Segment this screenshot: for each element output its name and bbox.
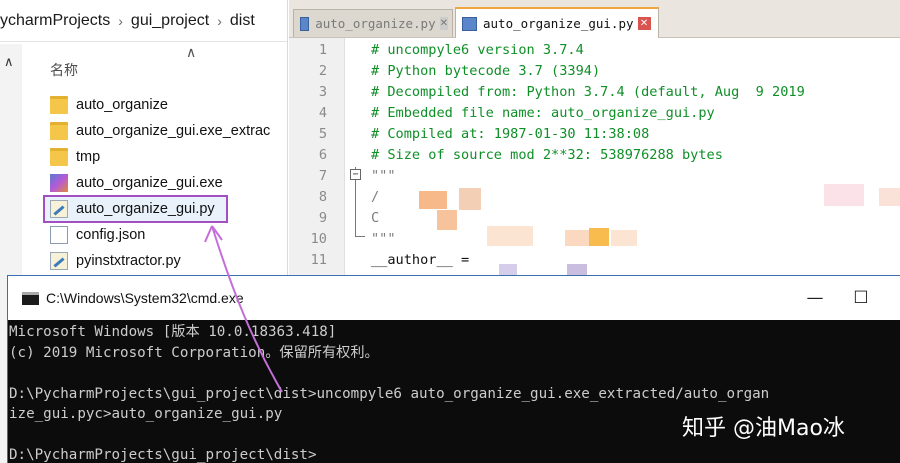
minimize-button[interactable]: — [792,276,838,320]
code-text: __author__ = [371,252,470,268]
breadcrumb-item[interactable]: gui_project [127,12,213,30]
code-text: # Size of source mod 2**32: 538976288 by… [371,147,723,163]
redaction-block [419,191,447,209]
line-number: 4 [318,105,327,121]
line-number: 7 [318,168,327,184]
file-tab-icon [462,16,477,31]
list-item[interactable]: auto_organize_gui.exe_extrac [44,118,287,144]
file-name: pyinstxtractor.py [76,253,181,269]
code-line[interactable]: 2 # Python bytecode 3.7 (3394) [289,61,900,82]
code-text: # uncompyle6 version 3.7.4 [371,42,584,58]
line-number: 3 [318,84,327,100]
watermark: 知乎 @油Mao冰 [682,416,845,441]
code-text: / [371,189,380,205]
redaction-block [589,228,609,246]
redaction-block [487,226,533,246]
window-title: C:\Windows\System32\cmd.exe [46,290,244,306]
fold-toggle-icon[interactable]: − [350,169,361,180]
code-text: # Compiled at: 1987-01-30 11:38:08 [371,126,650,142]
cmd-icon [22,291,39,305]
code-line[interactable]: 8/ [289,187,900,208]
folder-icon [50,122,68,140]
scroll-up-icon[interactable]: ∧ [4,54,14,70]
list-item[interactable]: config.json [44,222,287,248]
code-line[interactable]: 6 # Size of source mod 2**32: 538976288 b… [289,145,900,166]
code-text: """ [371,168,396,184]
close-button[interactable]: ✕ [884,276,900,320]
code-line[interactable]: 9C [289,208,900,229]
line-number: 1 [318,42,327,58]
sort-ascending-icon: ∧ [186,44,197,60]
console-line: D:\PycharmProjects\gui_project\dist>unco… [9,385,770,402]
redaction-block [459,188,481,210]
code-line[interactable]: 1 # uncompyle6 version 3.7.4 [289,40,900,61]
window-title-bar[interactable]: C:\Windows\System32\cmd.exe — ☐ ✕ [8,276,900,320]
line-number: 2 [318,63,327,79]
file-name: config.json [76,227,146,243]
maximize-button[interactable]: ☐ [838,276,884,320]
code-text: # Decompiled from: Python 3.7.4 (default… [371,84,805,100]
console-line: Microsoft Windows [版本 10.0.18363.418] [9,324,337,340]
line-number: 5 [318,126,327,142]
close-icon[interactable]: ✕ [439,17,448,30]
file-name: auto_organize [76,97,168,113]
line-number: 8 [318,189,327,205]
redaction-block [879,188,900,206]
line-number: 10 [310,231,327,247]
redaction-block [565,230,591,246]
code-line[interactable]: 4 # Embedded file name: auto_organize_gui… [289,103,900,124]
folder-icon [50,96,68,114]
tab-auto-organize-gui[interactable]: auto_organize_gui.py ✕ [455,7,659,38]
python-file-icon [50,252,68,270]
code-text: # Embedded file name: auto_organize_gui.… [371,105,715,121]
line-number: 11 [310,252,327,268]
editor-tab-bar: auto_organize.py ✕ auto_organize_gui.py … [289,0,900,38]
python-file-icon [50,200,68,218]
tab-auto-organize[interactable]: auto_organize.py ✕ [293,9,453,37]
code-line[interactable]: 7 """ [289,166,900,187]
folder-icon [50,148,68,166]
code-text: C [371,210,380,226]
code-text: """ [371,231,396,247]
code-text: # Python bytecode 3.7 (3394) [371,63,601,79]
line-number: 6 [318,147,327,163]
file-name: auto_organize_gui.exe [76,175,223,191]
code-line[interactable]: 5 # Compiled at: 1987-01-30 11:38:08 [289,124,900,145]
code-line[interactable]: 11 __author__ = [289,250,900,271]
file-list: auto_organize auto_organize_gui.exe_extr… [43,92,287,274]
exe-icon [50,174,68,192]
line-number: 9 [318,210,327,226]
breadcrumb-chevron-icon: › [217,12,222,29]
redaction-block [437,210,457,230]
list-item[interactable]: tmp [44,144,287,170]
file-name: auto_organize_gui.py [76,201,215,217]
breadcrumb[interactable]: ycharmProjects › gui_project › dist [0,0,287,42]
code-area[interactable]: 1 # uncompyle6 version 3.7.4 2 # Python byt… [289,38,900,278]
breadcrumb-chevron-icon: › [118,12,123,29]
list-item[interactable]: auto_organize_gui.exe [44,170,287,196]
file-name: auto_organize_gui.exe_extrac [76,123,271,139]
file-tab-icon [300,16,310,31]
list-item[interactable]: pyinstxtractor.py [44,248,287,274]
console-line: (c) 2019 Microsoft Corporation。保留所有权利。 [9,344,379,361]
file-name: tmp [76,149,101,165]
tab-label: auto_organize_gui.py [483,16,634,31]
list-item-selected[interactable]: auto_organize_gui.py [43,195,228,223]
tab-label: auto_organize.py [315,16,436,31]
column-header-name[interactable]: 名称 [50,60,78,80]
json-file-icon [50,226,68,244]
redaction-block [824,184,864,206]
breadcrumb-item[interactable]: dist [226,12,259,30]
console-line: D:\PycharmProjects\gui_project\dist> [9,447,317,463]
close-icon[interactable]: ✕ [637,17,651,30]
list-item[interactable]: auto_organize [44,92,287,118]
redaction-block [611,230,637,246]
code-line[interactable]: 3 # Decompiled from: Python 3.7.4 (defaul… [289,82,900,103]
breadcrumb-item[interactable]: ycharmProjects [0,12,114,30]
